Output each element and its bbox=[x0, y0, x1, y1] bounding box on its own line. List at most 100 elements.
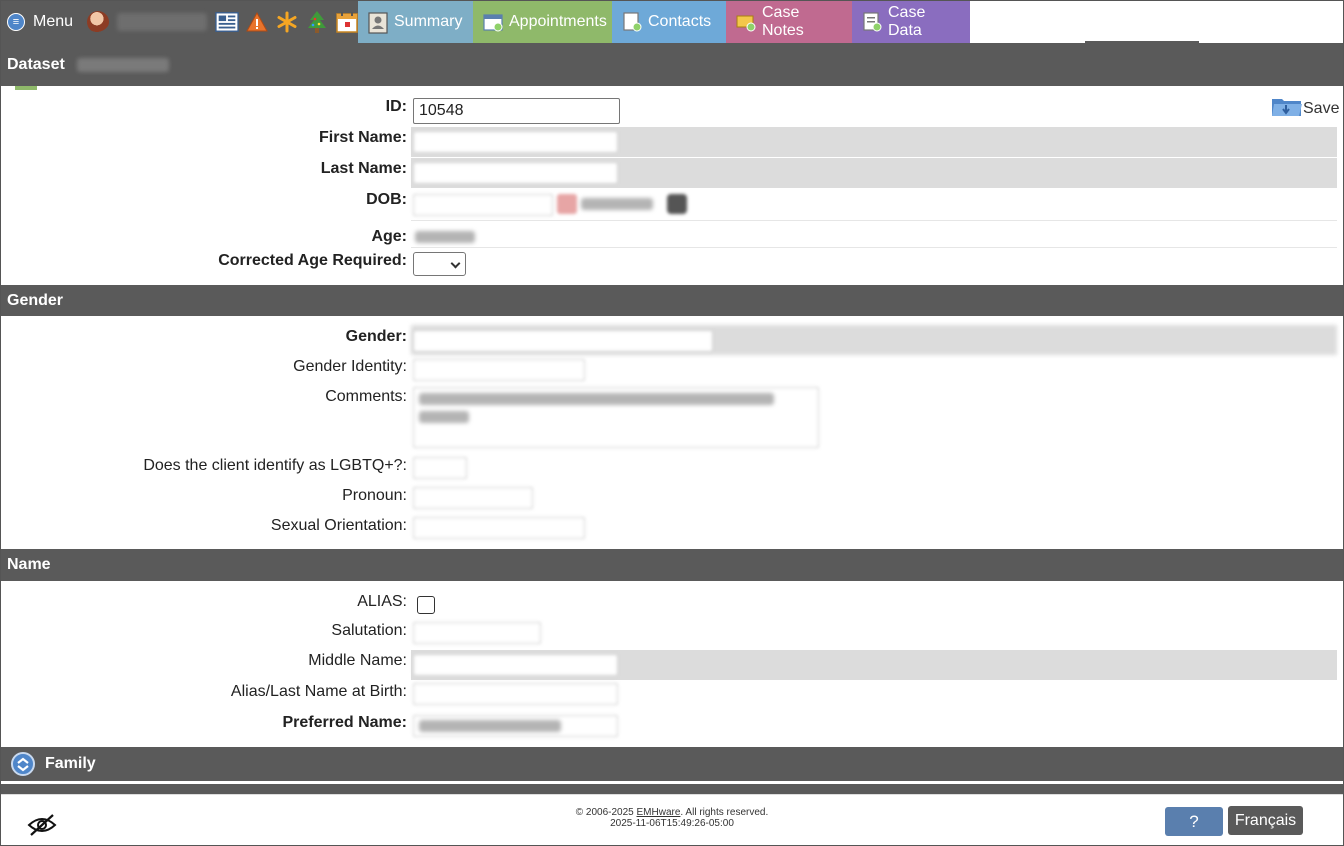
first-name-label: First Name: bbox=[318, 129, 407, 146]
gender-identity-row: Gender Identity: bbox=[1, 357, 1343, 383]
language-label: Français bbox=[1234, 811, 1297, 829]
folder-save-icon bbox=[1271, 95, 1303, 122]
alias-label: ALIAS: bbox=[357, 593, 407, 610]
gender-select[interactable] bbox=[413, 330, 713, 352]
tab-case-notes-label: Case Notes bbox=[762, 4, 804, 39]
dataset-section-header: Dataset bbox=[1, 43, 1343, 86]
last-name-input[interactable] bbox=[413, 162, 618, 184]
lgbtq-select[interactable] bbox=[413, 457, 467, 479]
pronoun-label: Pronoun: bbox=[342, 487, 407, 504]
dataset-marker bbox=[15, 86, 37, 90]
salutation-select[interactable] bbox=[413, 622, 541, 644]
id-row: ID: bbox=[1, 97, 1343, 125]
appointments-icon bbox=[483, 12, 503, 32]
help-button[interactable]: ? bbox=[1165, 807, 1223, 836]
save-button[interactable]: Save bbox=[1271, 95, 1339, 122]
middle-name-row: Middle Name: bbox=[1, 650, 1343, 680]
dob-estimation-redacted bbox=[581, 198, 653, 210]
tab-contacts[interactable]: Contacts bbox=[612, 1, 726, 43]
tab-appointments[interactable]: Appointments bbox=[473, 1, 612, 43]
age-label: Age: bbox=[371, 228, 407, 245]
asterisk-icon[interactable] bbox=[275, 10, 299, 34]
dataset-header-redacted bbox=[76, 57, 169, 72]
dob-input[interactable] bbox=[413, 194, 553, 216]
client-avatar[interactable] bbox=[87, 11, 109, 33]
family-header-title: Family bbox=[45, 755, 96, 772]
tab-summary[interactable]: Summary bbox=[358, 1, 473, 43]
quick-icons bbox=[215, 10, 359, 34]
id-input[interactable] bbox=[413, 98, 620, 124]
last-name-label: Last Name: bbox=[320, 160, 407, 177]
alias-birth-input[interactable] bbox=[413, 683, 618, 705]
copyright-prefix: © 2006-2025 bbox=[575, 807, 637, 818]
tab-appointments-label: Appointments bbox=[509, 13, 607, 30]
menu-label: Menu bbox=[33, 13, 74, 30]
pronoun-row: Pronoun: bbox=[1, 486, 1343, 512]
copyright-suffix: . All rights reserved. bbox=[680, 807, 769, 818]
tab-contacts-label: Contacts bbox=[648, 13, 712, 30]
comments-label: Comments: bbox=[325, 388, 407, 405]
collapse-toggle-icon[interactable] bbox=[11, 752, 35, 776]
dob-label: DOB: bbox=[366, 191, 407, 208]
gender-identity-select[interactable] bbox=[413, 359, 585, 381]
comments-text-redacted-line1 bbox=[419, 393, 774, 405]
corrected-age-row: Corrected Age Required: bbox=[1, 251, 1343, 277]
sexual-orientation-select[interactable] bbox=[413, 517, 585, 539]
tree-icon[interactable] bbox=[305, 10, 329, 34]
salutation-label: Salutation: bbox=[331, 622, 407, 639]
dob-info-icon[interactable] bbox=[667, 194, 687, 214]
middle-name-input[interactable] bbox=[413, 654, 618, 676]
dob-calendar-icon[interactable] bbox=[557, 194, 577, 214]
alias-checkbox[interactable] bbox=[417, 596, 435, 614]
gender-identity-label: Gender Identity: bbox=[293, 358, 407, 375]
comments-text-redacted-line2 bbox=[419, 411, 469, 423]
gender-label: Gender: bbox=[345, 328, 407, 345]
age-value-redacted bbox=[415, 231, 475, 243]
dob-separator bbox=[411, 220, 1337, 221]
name-header-title: Name bbox=[7, 556, 51, 573]
tab-summary-label: Summary bbox=[394, 13, 463, 30]
sexual-orientation-label: Sexual Orientation: bbox=[270, 517, 407, 534]
main-tabs: Summary Appointments Contacts Case Notes… bbox=[358, 1, 970, 43]
alert-icon[interactable] bbox=[245, 10, 269, 34]
name-section-header: Name bbox=[1, 549, 1343, 581]
client-name-redacted bbox=[117, 13, 207, 31]
tab-case-data[interactable]: Case Data bbox=[852, 1, 970, 43]
alias-row: ALIAS: bbox=[1, 592, 1343, 616]
summary-icon bbox=[368, 12, 388, 34]
alias-birth-row: Alias/Last Name at Birth: bbox=[1, 682, 1343, 708]
dataset-header-title: Dataset bbox=[7, 55, 65, 73]
alias-birth-label: Alias/Last Name at Birth: bbox=[230, 683, 407, 700]
tab-case-data-label: Case Data bbox=[888, 4, 926, 39]
corrected-age-label: Corrected Age Required: bbox=[218, 252, 407, 269]
pronoun-select[interactable] bbox=[413, 487, 533, 509]
last-name-row: Last Name: bbox=[1, 158, 1343, 188]
salutation-row: Salutation: bbox=[1, 621, 1343, 647]
save-label: Save bbox=[1303, 99, 1340, 117]
dashboard-icon[interactable] bbox=[215, 10, 239, 34]
menu-button[interactable]: ≡ Menu bbox=[7, 1, 73, 43]
corrected-age-select[interactable] bbox=[413, 252, 466, 276]
language-button[interactable]: Français bbox=[1228, 806, 1303, 835]
id-label: ID: bbox=[385, 98, 407, 115]
footer-timestamp: 2025-11-06T15:49:26-05:00 bbox=[610, 818, 734, 829]
company-link[interactable]: EMHware bbox=[637, 807, 681, 818]
lgbtq-label: Does the client identify as LGBTQ+?: bbox=[143, 457, 407, 474]
preferred-name-row: Preferred Name: bbox=[1, 713, 1343, 739]
gender-section-header: Gender bbox=[1, 285, 1343, 316]
tab-case-notes[interactable]: Case Notes bbox=[726, 1, 852, 43]
age-separator bbox=[411, 247, 1337, 248]
top-navigation: ≡ Menu Summary Appointments Contacts Cas… bbox=[1, 1, 1343, 43]
calendar-icon[interactable] bbox=[335, 10, 359, 34]
preferred-name-label: Preferred Name: bbox=[282, 714, 408, 731]
footer: © 2006-2025 EMHware. All rights reserved… bbox=[1, 794, 1343, 845]
contacts-icon bbox=[622, 12, 642, 32]
case-notes-icon bbox=[736, 12, 756, 32]
first-name-input[interactable] bbox=[413, 131, 618, 153]
family-section-header[interactable]: Family bbox=[1, 747, 1343, 781]
gender-header-title: Gender bbox=[7, 291, 64, 309]
middle-name-label: Middle Name: bbox=[308, 652, 407, 669]
first-name-row: First Name: bbox=[1, 127, 1343, 157]
age-row: Age: bbox=[1, 227, 1343, 249]
preferred-name-value-redacted bbox=[419, 720, 561, 732]
